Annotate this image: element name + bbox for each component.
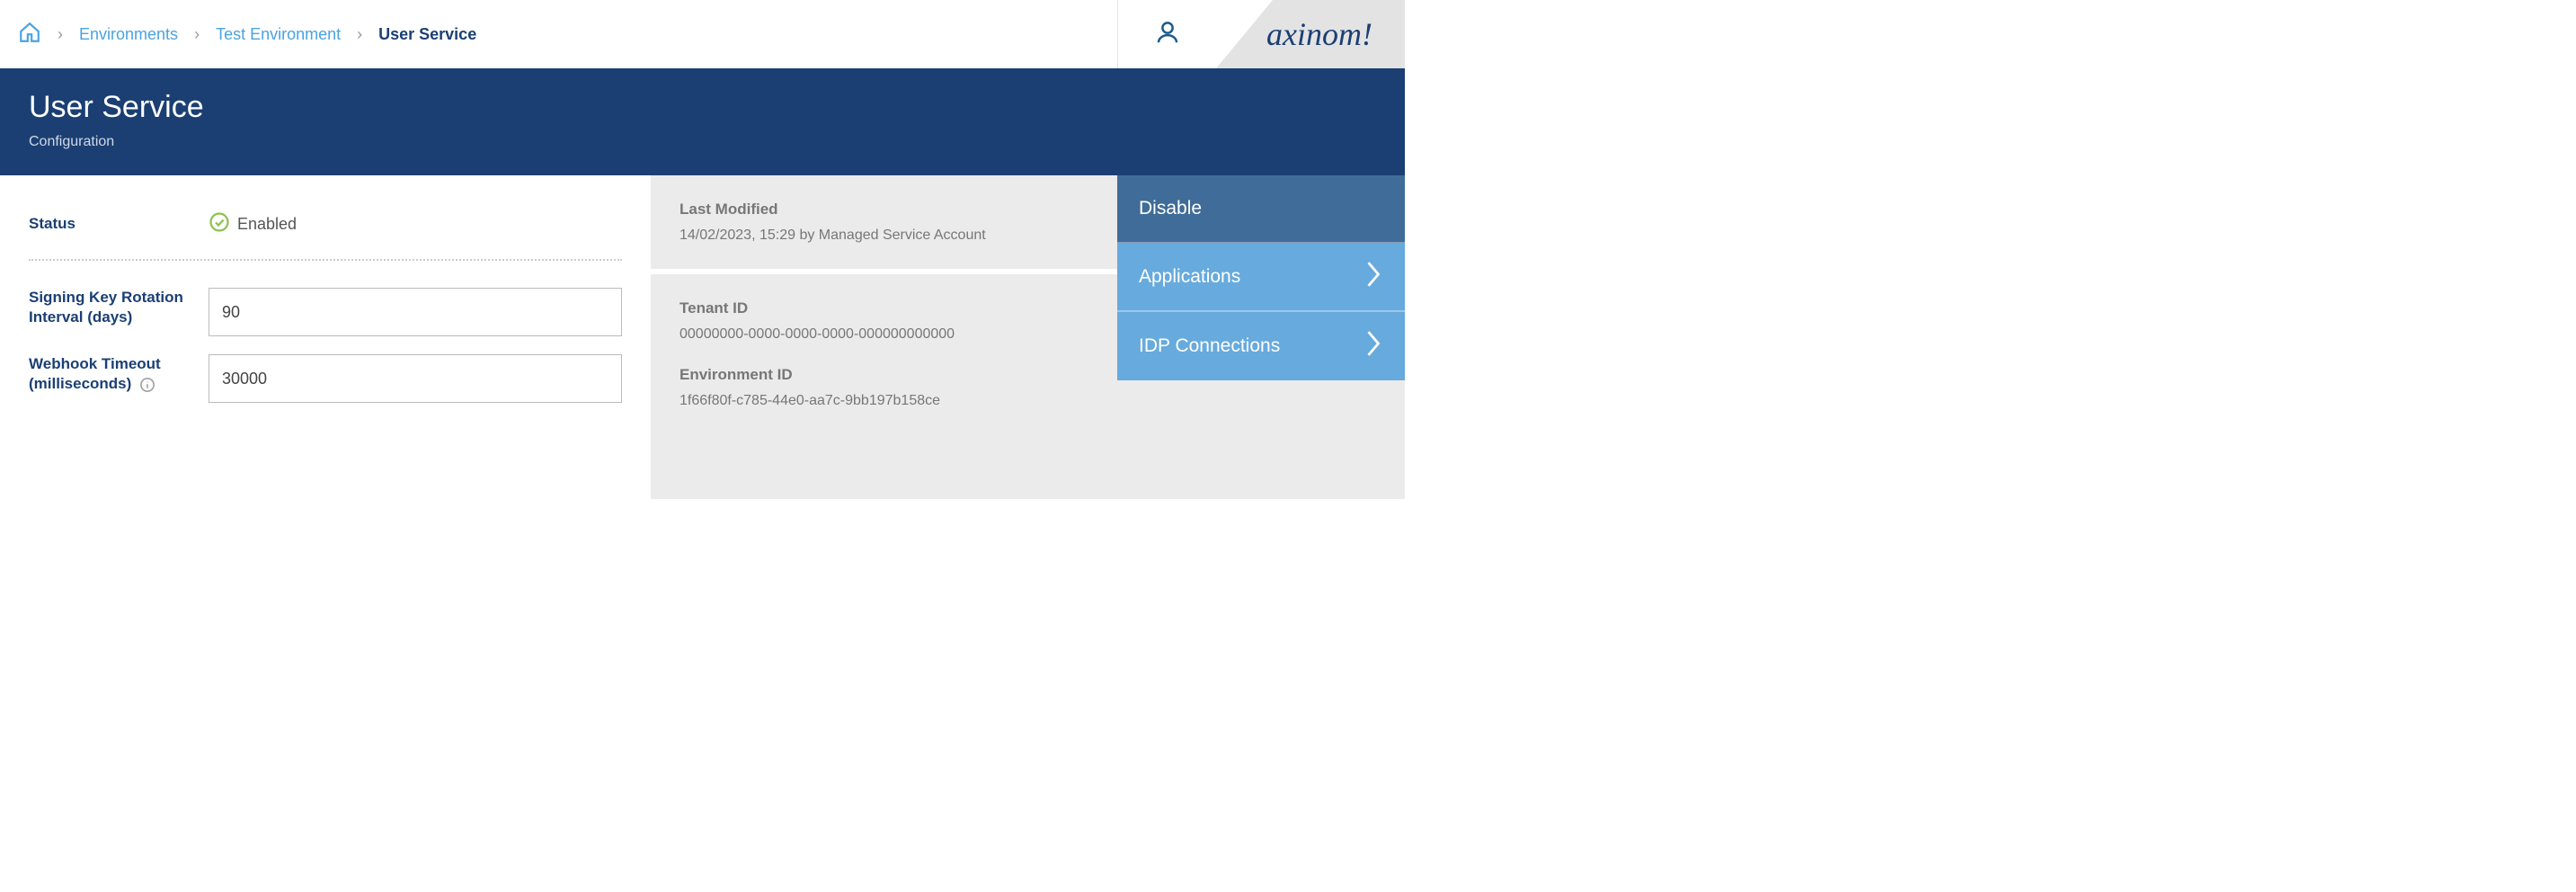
main-content: Status Enabled Signing Key Rotation Inte… <box>0 175 1405 499</box>
last-modified-value: 14/02/2023, 15:29 by Managed Service Acc… <box>680 227 1088 244</box>
page-subtitle: Configuration <box>29 134 1376 150</box>
user-menu[interactable] <box>1117 0 1216 68</box>
tenant-id-label: Tenant ID <box>680 299 1088 317</box>
page-title: User Service <box>29 90 1376 125</box>
info-panel: Last Modified 14/02/2023, 15:29 by Manag… <box>651 175 1117 499</box>
applications-label: Applications <box>1139 266 1240 288</box>
config-form: Status Enabled Signing Key Rotation Inte… <box>0 175 651 499</box>
info-icon[interactable] <box>139 377 155 393</box>
last-modified-block: Last Modified 14/02/2023, 15:29 by Manag… <box>651 175 1117 269</box>
idp-connections-button[interactable]: IDP Connections <box>1117 312 1405 380</box>
page-header: User Service Configuration <box>0 68 1405 175</box>
tenant-env-block: Tenant ID 00000000-0000-0000-0000-000000… <box>651 269 1117 434</box>
tenant-id-value: 00000000-0000-0000-0000-000000000000 <box>680 326 1088 343</box>
webhook-timeout-input[interactable] <box>209 354 622 403</box>
chevron-right-icon <box>1364 328 1383 364</box>
chevron-right-icon: › <box>58 25 63 44</box>
breadcrumb-environments[interactable]: Environments <box>79 25 178 44</box>
signing-interval-row: Signing Key Rotation Interval (days) <box>29 288 622 336</box>
status-text: Enabled <box>237 215 297 234</box>
webhook-timeout-label: Webhook Timeout (milliseconds) <box>29 354 209 394</box>
signing-interval-input[interactable] <box>209 288 622 336</box>
topbar-right: axinom! <box>1117 0 1405 68</box>
brand-logo: axinom! <box>1216 0 1405 68</box>
disable-label: Disable <box>1139 198 1202 219</box>
divider <box>29 259 622 261</box>
chevron-right-icon: › <box>194 25 200 44</box>
last-modified-label: Last Modified <box>680 201 1088 219</box>
environment-id-label: Environment ID <box>680 366 1088 384</box>
disable-button[interactable]: Disable <box>1117 175 1405 244</box>
signing-interval-label: Signing Key Rotation Interval (days) <box>29 288 209 327</box>
webhook-timeout-row: Webhook Timeout (milliseconds) <box>29 354 622 403</box>
check-circle-icon <box>209 211 230 237</box>
topbar: › Environments › Test Environment › User… <box>0 0 1405 68</box>
breadcrumb-current: User Service <box>378 25 476 44</box>
status-row: Status Enabled <box>29 211 622 237</box>
status-value: Enabled <box>209 211 622 237</box>
user-icon <box>1154 19 1181 50</box>
environment-id-value: 1f66f80f-c785-44e0-aa7c-9bb197b158ce <box>680 393 1088 409</box>
status-label: Status <box>29 214 209 234</box>
actions-panel: Disable Applications IDP Connections <box>1117 175 1405 499</box>
applications-button[interactable]: Applications <box>1117 244 1405 312</box>
chevron-right-icon: › <box>357 25 362 44</box>
chevron-right-icon <box>1364 259 1383 295</box>
brand-logo-text: axinom! <box>1248 15 1372 53</box>
breadcrumb-test-environment[interactable]: Test Environment <box>216 25 341 44</box>
idp-connections-label: IDP Connections <box>1139 335 1280 357</box>
home-icon[interactable] <box>18 21 41 49</box>
breadcrumb: › Environments › Test Environment › User… <box>18 21 476 49</box>
